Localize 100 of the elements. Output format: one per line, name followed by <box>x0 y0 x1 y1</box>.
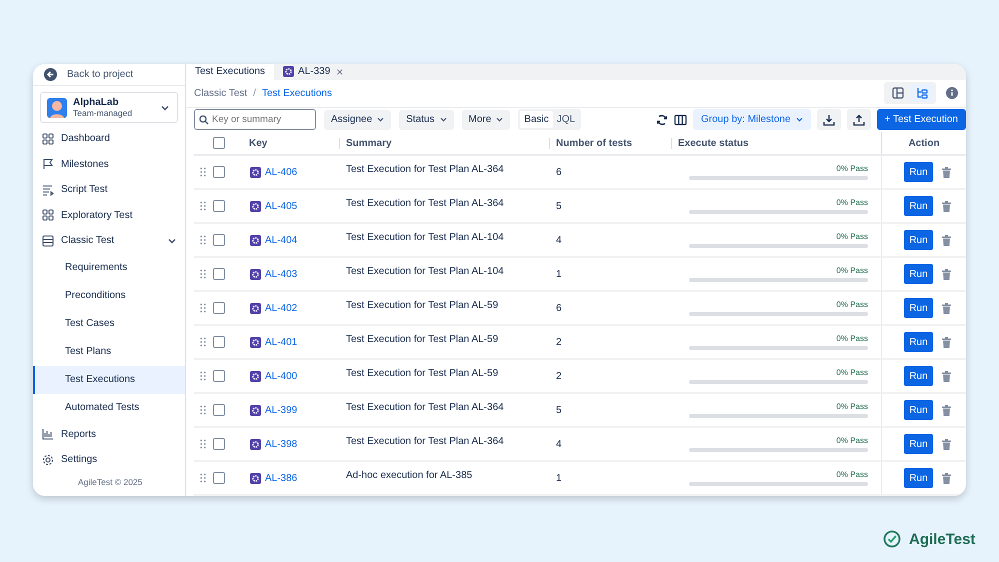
info-icon[interactable] <box>946 87 958 100</box>
sidebar-subitem[interactable]: Test Executions <box>33 366 185 394</box>
issue-key-link[interactable]: AL-405 <box>265 200 298 212</box>
run-button[interactable]: Run <box>904 298 933 318</box>
project-type: Team-managed <box>73 108 134 118</box>
drag-handle-icon[interactable] <box>200 337 206 347</box>
trash-icon[interactable] <box>942 438 951 450</box>
sidebar-item[interactable]: Exploratory Test <box>33 202 185 228</box>
issue-key-link[interactable]: AL-402 <box>265 302 298 314</box>
filter-dropdown[interactable]: Status <box>399 110 454 130</box>
upload-button[interactable] <box>846 109 871 130</box>
mode-toggle[interactable]: JQL <box>552 111 580 128</box>
tab[interactable]: AL-339 × <box>274 64 352 80</box>
drag-handle-icon[interactable] <box>200 405 206 415</box>
flag-icon <box>42 158 54 170</box>
trash-icon[interactable] <box>942 370 951 382</box>
columns-icon[interactable] <box>674 114 688 126</box>
run-button[interactable]: Run <box>904 162 933 182</box>
checkbox[interactable] <box>213 438 225 450</box>
sidebar-subitem[interactable]: Automated Tests <box>33 394 185 422</box>
trash-icon[interactable] <box>942 404 951 416</box>
filter-dropdown[interactable]: More <box>462 110 510 130</box>
mode-toggle[interactable]: Basic <box>520 111 553 128</box>
drag-handle-icon[interactable] <box>200 303 206 313</box>
trash-icon[interactable] <box>942 302 951 314</box>
drag-handle-icon[interactable] <box>200 371 206 381</box>
issue-key-link[interactable]: AL-386 <box>265 472 298 484</box>
create-button[interactable]: + Test Execution <box>876 109 966 130</box>
test-count-cell-text: 2 <box>555 370 563 382</box>
issue-key-link[interactable]: AL-403 <box>265 268 298 280</box>
trash-icon[interactable] <box>942 166 951 178</box>
gear-icon <box>250 404 261 416</box>
checkbox[interactable] <box>213 200 225 212</box>
run-button[interactable]: Run <box>904 332 933 352</box>
sidebar-subitem[interactable]: Test Plans <box>33 338 185 366</box>
drag-handle-icon[interactable] <box>200 235 206 245</box>
summary-cell-text: Test Execution for Test Plan AL-59 <box>345 300 500 310</box>
sidebar-item[interactable]: Script Test <box>33 177 185 202</box>
checkbox[interactable] <box>213 137 225 149</box>
issue-key-link[interactable]: AL-399 <box>265 404 298 416</box>
trash-icon[interactable] <box>942 336 951 348</box>
summary-cell-text: Test Execution for Test Plan AL-104 <box>345 266 505 276</box>
download-button[interactable] <box>816 109 841 130</box>
tab[interactable]: Test Executions <box>186 64 274 80</box>
sidebar-item[interactable]: Dashboard <box>33 126 185 152</box>
back-link[interactable]: Back to project <box>33 64 185 86</box>
run-button[interactable]: Run <box>904 264 933 284</box>
drag-handle-icon[interactable] <box>200 201 206 211</box>
issue-key-link[interactable]: AL-400 <box>265 370 298 382</box>
drag-handle-icon[interactable] <box>200 439 206 449</box>
sidebar-item[interactable]: Classic Test <box>33 228 185 254</box>
sidebar-subitem[interactable]: Requirements <box>33 254 185 282</box>
search-field[interactable]: Key or summary <box>194 109 316 130</box>
sidebar-subitem[interactable]: Preconditions <box>33 282 185 310</box>
issue-key-link[interactable]: AL-406 <box>265 166 298 178</box>
drag-handle-icon[interactable] <box>200 473 206 483</box>
close-icon[interactable]: × <box>336 64 344 79</box>
run-button[interactable]: Run <box>904 366 933 386</box>
trash-icon[interactable] <box>942 268 951 280</box>
summary-cell-text: Test Execution for Test Plan AL-104 <box>345 232 505 242</box>
run-button[interactable]: Run <box>904 400 933 420</box>
checkbox[interactable] <box>213 370 225 382</box>
breadcrumb-link[interactable]: Classic Test <box>194 88 248 99</box>
run-button[interactable]: Run <box>904 468 933 488</box>
sidebar-item[interactable]: Reports <box>33 422 185 447</box>
run-button[interactable]: Run <box>904 196 933 216</box>
sidebar-item[interactable]: Settings <box>33 447 185 472</box>
run-button[interactable]: Run <box>904 434 933 454</box>
group-by-dropdown[interactable]: Group by: Milestone <box>693 109 811 130</box>
filter-dropdown[interactable]: Assignee <box>324 110 392 130</box>
pass-rate-text: 0% Pass <box>836 198 868 208</box>
tree-view-button[interactable] <box>910 84 934 102</box>
column-header: Number of tests <box>549 138 671 148</box>
gear-icon <box>250 336 261 348</box>
checkbox[interactable] <box>213 302 225 314</box>
trash-icon[interactable] <box>942 234 951 246</box>
issue-key-link[interactable]: AL-404 <box>265 234 298 246</box>
trash-icon[interactable] <box>942 200 951 212</box>
checkbox[interactable] <box>213 336 225 348</box>
checkbox[interactable] <box>213 166 225 178</box>
sidebar-item[interactable]: Milestones <box>33 152 185 177</box>
run-button[interactable]: Run <box>904 230 933 250</box>
drag-handle-icon[interactable] <box>200 269 206 279</box>
checkbox[interactable] <box>213 404 225 416</box>
pass-rate-text: 0% Pass <box>836 402 868 412</box>
drag-handle-icon[interactable] <box>200 167 206 177</box>
checkbox[interactable] <box>213 268 225 280</box>
issue-key-link[interactable]: AL-398 <box>265 438 298 450</box>
breadcrumb-link[interactable]: Test Executions <box>262 88 332 99</box>
refresh-icon[interactable] <box>656 114 668 126</box>
project-selector[interactable]: AlphaLab Team-managed <box>40 92 178 123</box>
gear-icon <box>250 438 261 450</box>
checkbox[interactable] <box>213 234 225 246</box>
column-header: Action <box>881 132 966 154</box>
issue-key-link[interactable]: AL-401 <box>265 336 298 348</box>
sidebar-subitem[interactable]: Test Cases <box>33 310 185 338</box>
trash-icon[interactable] <box>942 472 951 484</box>
checkbox[interactable] <box>213 472 225 484</box>
test-count-cell-text: 5 <box>555 404 563 416</box>
summary-cell-text: Test Execution for Test Plan AL-59 <box>345 368 500 378</box>
